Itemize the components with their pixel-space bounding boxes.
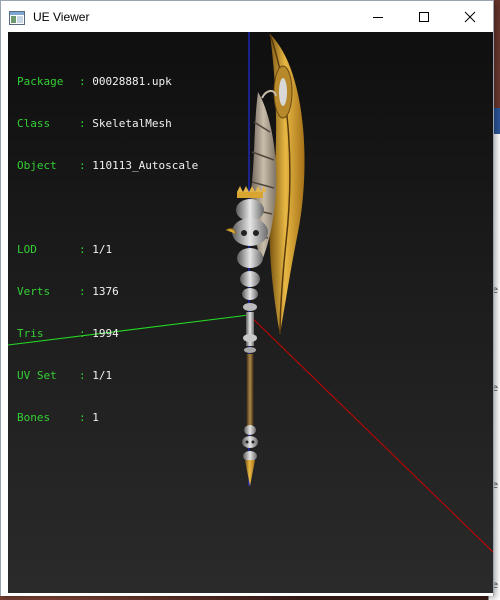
mesh-info-panel: Package: 00028881.upk Class: SkeletalMes… xyxy=(17,47,198,453)
info-row-class: Class: SkeletalMesh xyxy=(17,117,198,131)
3d-viewport[interactable]: Package: 00028881.upk Class: SkeletalMes… xyxy=(8,32,493,593)
axe-shaft xyxy=(242,312,258,486)
info-label: Bones xyxy=(17,411,51,424)
info-row-bones: Bones: 1 xyxy=(17,411,198,425)
app-window-icon xyxy=(9,10,25,25)
minimize-button[interactable] xyxy=(355,1,401,32)
ue-viewer-window: UE Viewer Package: 00028881.upk Class:… xyxy=(0,0,494,596)
window-title: UE Viewer xyxy=(33,9,90,24)
x-axis-line xyxy=(248,314,493,553)
info-separator: : xyxy=(79,285,93,298)
info-row-package: Package: 00028881.upk xyxy=(17,75,198,89)
info-label: LOD xyxy=(17,243,37,256)
title-bar[interactable]: UE Viewer xyxy=(1,1,493,32)
info-separator: : xyxy=(79,369,93,382)
info-value: 1 xyxy=(92,411,99,424)
info-row-uv-set: UV Set: 1/1 xyxy=(17,369,198,383)
info-row-verts: Verts: 1376 xyxy=(17,285,198,299)
close-icon xyxy=(464,11,476,22)
window-frame-left xyxy=(1,32,8,593)
maximize-icon xyxy=(419,11,429,22)
info-value: 1/1 xyxy=(92,243,113,256)
info-value: 1994 xyxy=(92,327,119,340)
maximize-button[interactable] xyxy=(401,1,447,32)
info-separator: : xyxy=(79,411,93,424)
info-value: 00028881.upk xyxy=(92,75,172,88)
window-frame-bottom xyxy=(1,593,493,596)
info-row-object: Object: 110113_Autoscale xyxy=(17,159,198,173)
close-button[interactable] xyxy=(447,1,493,32)
info-value: 110113_Autoscale xyxy=(92,159,199,172)
info-value: 1376 xyxy=(92,285,119,298)
info-row-lod: LOD: 1/1 xyxy=(17,243,198,257)
info-value: 1/1 xyxy=(92,369,113,382)
info-row-tris: Tris: 1994 xyxy=(17,327,198,341)
info-separator: : xyxy=(79,159,93,172)
info-label: Class xyxy=(17,117,51,130)
info-label: UV Set xyxy=(17,369,57,382)
info-separator: : xyxy=(79,75,93,88)
info-value: SkeletalMesh xyxy=(92,117,172,130)
info-separator: : xyxy=(79,243,93,256)
minimize-icon xyxy=(373,16,383,18)
info-label: Verts xyxy=(17,285,51,298)
info-label: Tris xyxy=(17,327,44,340)
info-label: Package xyxy=(17,75,64,88)
info-separator: : xyxy=(79,117,93,130)
info-separator: : xyxy=(79,327,93,340)
info-label: Object xyxy=(17,159,57,172)
